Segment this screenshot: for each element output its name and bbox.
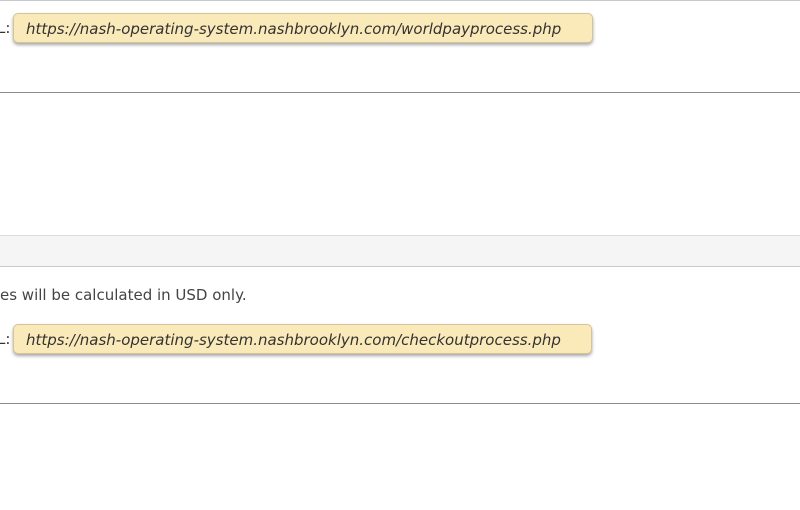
section-header-band: [0, 235, 800, 267]
checkout-url-value[interactable]: https://nash-operating-system.nashbrookl…: [13, 324, 592, 354]
currency-note: es will be calculated in USD only.: [0, 286, 247, 304]
checkout-url-label: L:: [0, 330, 11, 348]
worldpay-url-label: L:: [0, 19, 11, 37]
worldpay-url-value[interactable]: https://nash-operating-system.nashbrookl…: [13, 13, 593, 43]
settings-page: L: https://nash-operating-system.nashbro…: [0, 0, 800, 510]
section-divider: [0, 92, 800, 93]
section-divider: [0, 403, 800, 404]
top-divider: [0, 0, 800, 1]
